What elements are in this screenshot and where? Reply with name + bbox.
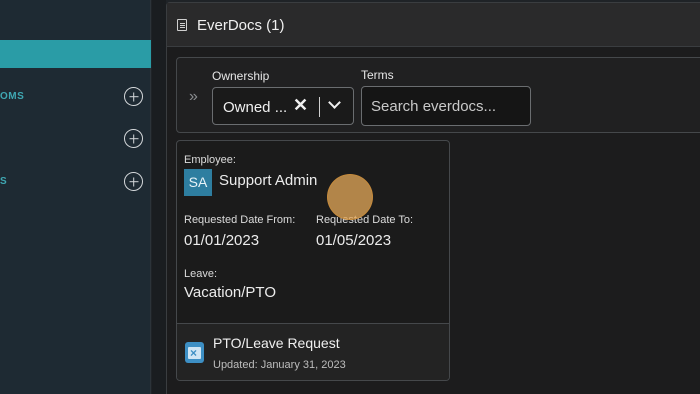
sidebar-item-3[interactable]: S: [0, 170, 151, 194]
card-footer[interactable]: PTO/Leave Request Updated: January 31, 2…: [177, 323, 449, 380]
everdocs-panel: EverDocs (1) » Ownership Owned ... ✕ Ter…: [166, 2, 700, 394]
avatar: SA: [184, 169, 212, 196]
ownership-value: Owned ...: [223, 99, 288, 116]
date-to-value: 01/05/2023: [316, 232, 392, 249]
add-circle-icon[interactable]: [124, 172, 143, 191]
ownership-label: Ownership: [212, 69, 270, 83]
employee-label: Employee:: [184, 154, 236, 166]
sidebar-item-rooms[interactable]: OMS: [0, 85, 151, 109]
double-chevron-right-icon[interactable]: »: [189, 88, 198, 106]
sidebar-active-item[interactable]: [0, 40, 151, 68]
chevron-down-icon[interactable]: [328, 96, 341, 109]
sidebar-item-2[interactable]: [0, 127, 151, 151]
filter-bar: » Ownership Owned ... ✕ Terms: [176, 57, 700, 133]
document-icon: [177, 19, 187, 31]
employee-name: Support Admin: [219, 172, 318, 189]
divider: [319, 97, 320, 117]
everdoc-card[interactable]: Employee: SA Support Admin Requested Dat…: [176, 140, 450, 381]
add-circle-icon[interactable]: [124, 87, 143, 106]
updated-date: Updated: January 31, 2023: [213, 359, 346, 371]
panel-header: EverDocs (1): [167, 3, 700, 47]
terms-label: Terms: [361, 68, 394, 82]
leave-value: Vacation/PTO: [184, 284, 276, 301]
ownership-select[interactable]: Owned ... ✕: [212, 87, 354, 125]
sidebar-item-label: S: [0, 176, 8, 187]
clear-icon[interactable]: ✕: [293, 95, 308, 116]
gutter: [152, 0, 166, 394]
add-circle-icon[interactable]: [124, 129, 143, 148]
date-from-label: Requested Date From:: [184, 214, 296, 226]
calendar-x-icon: [185, 342, 204, 363]
leave-label: Leave:: [184, 268, 218, 280]
terms-search-input[interactable]: [361, 86, 531, 126]
date-to-label: Requested Date To:: [316, 214, 414, 226]
panel-title: EverDocs (1): [197, 17, 285, 34]
date-from-value: 01/01/2023: [184, 232, 260, 249]
document-type-title: PTO/Leave Request: [213, 335, 340, 351]
sidebar-item-label: OMS: [0, 91, 25, 102]
cursor-highlight: [327, 174, 373, 220]
sidebar: OMS S: [0, 0, 151, 394]
